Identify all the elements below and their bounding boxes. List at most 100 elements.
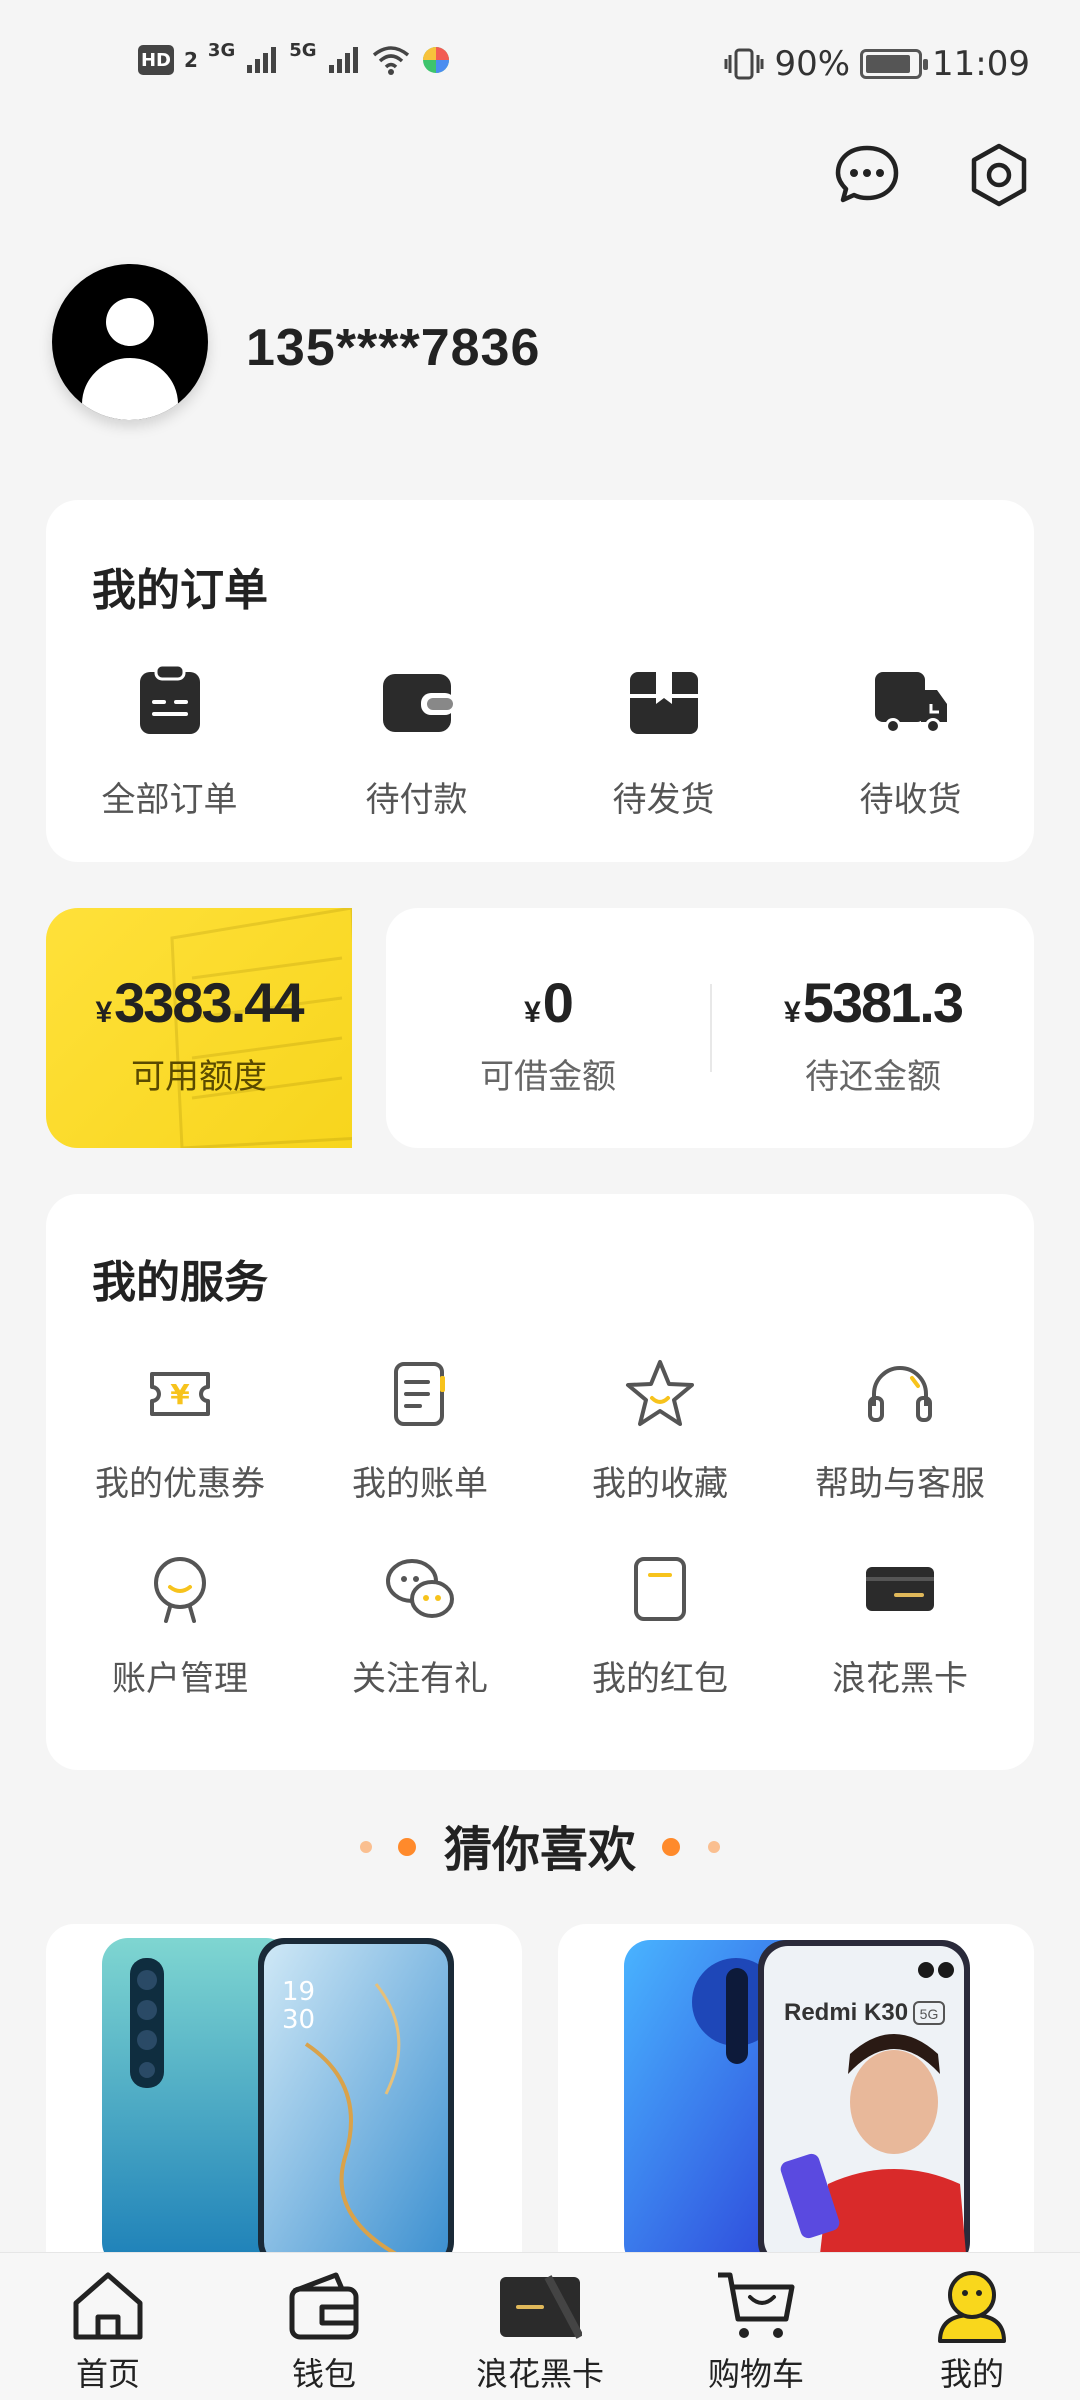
network-3g-label: 3G — [207, 39, 236, 61]
wifi-icon — [372, 46, 409, 75]
service-account[interactable]: 账户管理 — [60, 1549, 300, 1700]
star-icon — [626, 1360, 694, 1426]
status-left: HD 2 3G 5G — [138, 40, 451, 76]
box-icon — [629, 672, 698, 734]
app-notification-icon — [422, 47, 449, 73]
wallet-icon — [289, 2272, 359, 2340]
service-account-label: 账户管理 — [112, 1659, 248, 1699]
to-repay-block[interactable]: ¥5381.3 待还金额 — [712, 970, 1034, 1098]
signal-icon — [247, 47, 277, 73]
service-bills-label: 我的账单 — [352, 1464, 488, 1504]
product-card[interactable]: 19 30 — [46, 1924, 522, 2254]
decorative-dot — [662, 1838, 680, 1856]
message-icon[interactable] — [832, 140, 902, 210]
nav-cart-label: 购物车 — [707, 2355, 804, 2393]
settings-icon[interactable] — [964, 140, 1034, 210]
vibrate-icon — [724, 48, 764, 80]
service-help-label: 帮助与客服 — [815, 1464, 985, 1504]
order-pending-receive[interactable]: 待收货 — [787, 660, 1034, 821]
order-all-label: 全部订单 — [101, 780, 238, 820]
available-credit-card[interactable]: ¥3383.44 可用额度 — [46, 908, 352, 1148]
nav-black-card[interactable]: 浪花黑卡 — [432, 2253, 648, 2400]
available-amount: ¥3383.44 — [95, 971, 304, 1034]
service-coupons-label: 我的优惠券 — [95, 1464, 265, 1504]
product-image: 19 30 — [102, 1938, 454, 2254]
service-black-card-label: 浪花黑卡 — [832, 1659, 968, 1699]
avatar[interactable] — [52, 264, 208, 420]
service-follow-label: 关注有礼 — [352, 1659, 488, 1699]
decorative-dot — [708, 1841, 720, 1853]
lock-screen-time: 30 — [282, 2005, 315, 2035]
product-badge: 5G — [920, 2006, 939, 2022]
service-red-packets-label: 我的红包 — [592, 1659, 728, 1699]
truck-icon — [874, 672, 947, 734]
recommend-title: 猜你喜欢 — [443, 1822, 636, 1878]
red-packet-icon — [634, 1557, 686, 1621]
service-favorites[interactable]: 我的收藏 — [540, 1354, 780, 1505]
nav-home-label: 首页 — [75, 2355, 140, 2393]
signal-icon — [328, 47, 358, 73]
clipboard-icon — [139, 663, 200, 734]
black-card-icon — [500, 2275, 582, 2339]
borrowable-block[interactable]: ¥0 可借金额 — [386, 970, 710, 1098]
available-amount-block: ¥3383.44 可用额度 — [46, 970, 352, 1098]
service-favorites-label: 我的收藏 — [592, 1464, 728, 1504]
hd-icon: HD — [138, 45, 174, 75]
order-pending-ship[interactable]: 待发货 — [540, 660, 787, 821]
home-icon — [73, 2272, 143, 2340]
svg-text:¥: ¥ — [170, 1378, 190, 1411]
borrowable-label: 可借金额 — [480, 1057, 616, 1097]
nav-wallet[interactable]: 钱包 — [216, 2253, 432, 2400]
bottom-navigation: 首页 钱包 浪花黑卡 购物车 我的 — [0, 2252, 1080, 2400]
order-pending-ship-label: 待发货 — [612, 780, 715, 820]
account-icon — [154, 1557, 206, 1623]
nav-home[interactable]: 首页 — [0, 2253, 216, 2400]
coupon-icon: ¥ — [150, 1372, 210, 1416]
status-right: 90% 11:09 — [724, 44, 1030, 84]
battery-level — [866, 55, 911, 73]
wallet-icon — [382, 674, 455, 732]
product-card[interactable]: Redmi K30 5G — [558, 1924, 1034, 2254]
services-grid: ¥ 我的优惠券 我的账单 我的收藏 帮助与客服 账户管理 关注有礼 我的红包 浪… — [46, 1354, 1034, 1700]
battery-percent: 90% — [774, 44, 851, 84]
profile-icon — [938, 2271, 1006, 2343]
services-card: 我的服务 ¥ 我的优惠券 我的账单 我的收藏 帮助与客服 账户管理 关注有礼 我… — [46, 1194, 1034, 1770]
services-title: 我的服务 — [92, 1257, 268, 1308]
product-image: Redmi K30 5G — [624, 1940, 970, 2254]
clock: 11:09 — [932, 44, 1030, 84]
service-follow[interactable]: 关注有礼 — [300, 1549, 540, 1700]
nav-cart[interactable]: 购物车 — [648, 2253, 864, 2400]
borrowable-amount: ¥0 — [524, 971, 574, 1034]
cart-icon — [718, 2272, 795, 2338]
battery-icon — [860, 49, 929, 79]
service-red-packets[interactable]: 我的红包 — [540, 1549, 780, 1700]
service-help[interactable]: 帮助与客服 — [780, 1354, 1020, 1505]
status-bar: HD 2 3G 5G 90% 11:09 — [0, 0, 1080, 130]
nav-profile[interactable]: 我的 — [864, 2253, 1080, 2400]
order-pending-payment-label: 待付款 — [365, 780, 468, 820]
product-brand-text: Redmi K30 — [784, 1999, 908, 2026]
orders-title: 我的订单 — [92, 565, 268, 616]
service-coupons[interactable]: ¥ 我的优惠券 — [60, 1354, 300, 1505]
nav-profile-label: 我的 — [939, 2355, 1004, 2393]
service-black-card[interactable]: 浪花黑卡 — [780, 1549, 1020, 1700]
service-bills[interactable]: 我的账单 — [300, 1354, 540, 1505]
user-silhouette-icon — [82, 298, 178, 420]
wechat-icon — [386, 1559, 454, 1618]
nav-wallet-label: 钱包 — [291, 2355, 356, 2393]
order-items: 全部订单 待付款 待发货 待收货 — [46, 660, 1034, 821]
user-phone: 135****7836 — [246, 319, 541, 377]
available-amount-label: 可用额度 — [131, 1057, 267, 1097]
loan-summary-card: ¥0 可借金额 ¥5381.3 待还金额 — [386, 908, 1034, 1148]
lock-screen-time: 19 — [282, 1977, 315, 2007]
nav-black-card-label: 浪花黑卡 — [475, 2355, 604, 2393]
orders-card: 我的订单 全部订单 待付款 待发货 待收货 — [46, 500, 1034, 862]
network-5g-label: 5G — [289, 39, 317, 61]
order-pending-receive-label: 待收货 — [859, 780, 962, 820]
headset-icon — [868, 1366, 932, 1422]
order-pending-payment[interactable]: 待付款 — [293, 660, 540, 821]
sim-number: 2 — [184, 48, 198, 72]
order-all[interactable]: 全部订单 — [46, 660, 293, 821]
bill-icon — [394, 1362, 445, 1426]
to-repay-label: 待还金额 — [805, 1057, 941, 1097]
